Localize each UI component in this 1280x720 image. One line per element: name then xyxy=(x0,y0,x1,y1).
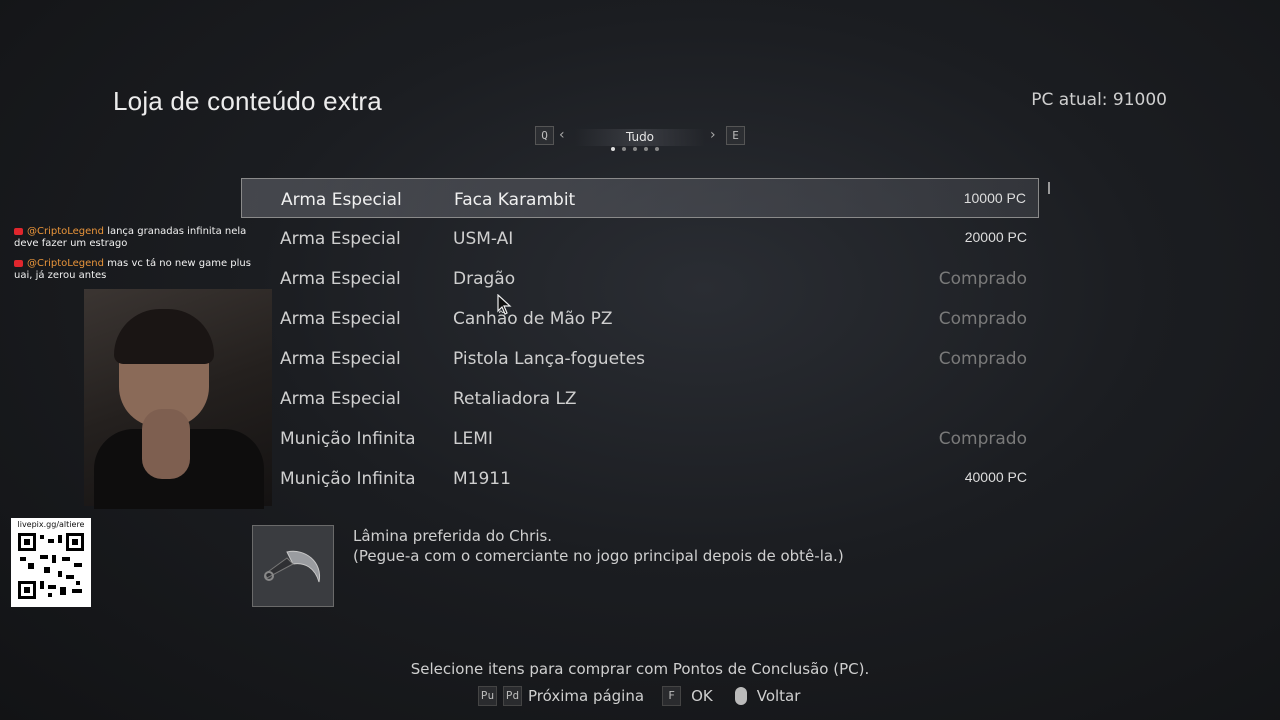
description-line: (Pegue-a com o comerciante no jogo princ… xyxy=(353,547,844,565)
qr-label: livepix.gg/altiere xyxy=(17,520,85,529)
item-name: Retaliadora LZ xyxy=(453,389,577,409)
page-dot xyxy=(655,147,659,151)
list-item[interactable]: Arma Especial Canhão de Mão PZ Comprado xyxy=(241,298,1039,338)
page-title: Loja de conteúdo extra xyxy=(113,86,382,116)
page-dots xyxy=(611,147,659,151)
list-item[interactable]: Arma Especial Retaliadora LZ xyxy=(241,378,1039,418)
item-price: 20000 PC xyxy=(964,229,1027,245)
item-status: Comprado xyxy=(938,269,1027,289)
item-name: Faca Karambit xyxy=(454,190,576,210)
chat-user: @CriptoLegend xyxy=(27,258,104,269)
next-key-hint[interactable]: E xyxy=(726,126,745,145)
item-status: Comprado xyxy=(938,309,1027,329)
chevron-right-icon[interactable]: › xyxy=(710,127,716,143)
chevron-left-icon[interactable]: ‹ xyxy=(559,127,565,143)
footer-hint: Selecione itens para comprar com Pontos … xyxy=(410,660,870,678)
category-filter[interactable]: Q ‹ Tudo › E xyxy=(535,126,745,154)
scrollbar[interactable] xyxy=(1048,182,1050,194)
streamer-hair xyxy=(114,309,214,364)
back-label[interactable]: Voltar xyxy=(757,687,801,705)
list-item[interactable]: Arma Especial Faca Karambit 10000 PC xyxy=(241,178,1039,218)
list-item[interactable]: Munição Infinita LEMI Comprado xyxy=(241,418,1039,458)
mouse-cursor-icon xyxy=(497,294,512,315)
item-price: 10000 PC xyxy=(963,190,1026,206)
item-category: Arma Especial xyxy=(281,190,402,210)
mouse-icon xyxy=(734,687,747,705)
chat-overlay: @CriptoLegend lança granadas infinita ne… xyxy=(14,226,258,290)
item-category: Munição Infinita xyxy=(280,429,416,449)
current-points: PC atual: 91000 xyxy=(1031,90,1167,110)
next-page-label[interactable]: Próxima página xyxy=(528,687,644,705)
qr-code-panel: livepix.gg/altiere xyxy=(11,518,91,607)
chat-message: @CriptoLegend mas vc tá no new game plus… xyxy=(14,258,258,282)
item-name: Pistola Lança-foguetes xyxy=(453,349,646,369)
key-pu[interactable]: Pu xyxy=(478,686,497,706)
item-category: Arma Especial xyxy=(280,349,401,369)
item-description: Lâmina preferida do Chris. (Pegue-a com … xyxy=(353,526,844,566)
prev-key-hint[interactable]: Q xyxy=(535,126,554,145)
item-category: Arma Especial xyxy=(280,309,401,329)
chat-user: @CriptoLegend xyxy=(27,226,104,237)
key-pd[interactable]: Pd xyxy=(503,686,522,706)
key-f[interactable]: F xyxy=(662,686,682,706)
description-line: Lâmina preferida do Chris. xyxy=(353,527,553,545)
page-dot xyxy=(633,147,637,151)
item-name: LEMI xyxy=(453,429,493,449)
item-status: Comprado xyxy=(938,429,1027,449)
page-dot xyxy=(622,147,626,151)
webcam-overlay xyxy=(84,289,272,509)
item-name: Canhão de Mão PZ xyxy=(453,309,613,329)
item-category: Arma Especial xyxy=(280,389,401,409)
item-name: USM-AI xyxy=(453,229,514,249)
youtube-icon xyxy=(14,227,23,235)
list-item[interactable]: Munição Infinita M1911 40000 PC xyxy=(241,458,1039,498)
qr-code-icon xyxy=(18,533,84,599)
list-item[interactable]: Arma Especial Pistola Lança-foguetes Com… xyxy=(241,338,1039,378)
page-dot xyxy=(644,147,648,151)
list-item[interactable]: Arma Especial USM-AI 20000 PC xyxy=(241,218,1039,258)
youtube-icon xyxy=(14,259,23,267)
item-category: Munição Infinita xyxy=(280,469,416,489)
item-category: Arma Especial xyxy=(280,229,401,249)
filter-current: Tudo xyxy=(575,129,705,146)
item-price: 40000 PC xyxy=(964,469,1027,485)
item-list: Arma Especial Faca Karambit 10000 PC Arm… xyxy=(241,178,1039,498)
streamer-hand xyxy=(142,409,190,479)
item-name: M1911 xyxy=(453,469,511,489)
page-dot xyxy=(611,147,615,151)
item-status: Comprado xyxy=(938,349,1027,369)
item-thumbnail xyxy=(252,525,334,607)
item-category: Arma Especial xyxy=(280,269,401,289)
item-name: Dragão xyxy=(453,269,516,289)
chat-message: @CriptoLegend lança granadas infinita ne… xyxy=(14,226,258,250)
control-legend: Pu Pd Próxima página F OK Voltar xyxy=(478,686,800,706)
karambit-knife-icon xyxy=(264,550,321,583)
list-item[interactable]: Arma Especial Dragão Comprado xyxy=(241,258,1039,298)
ok-label[interactable]: OK xyxy=(691,687,713,705)
